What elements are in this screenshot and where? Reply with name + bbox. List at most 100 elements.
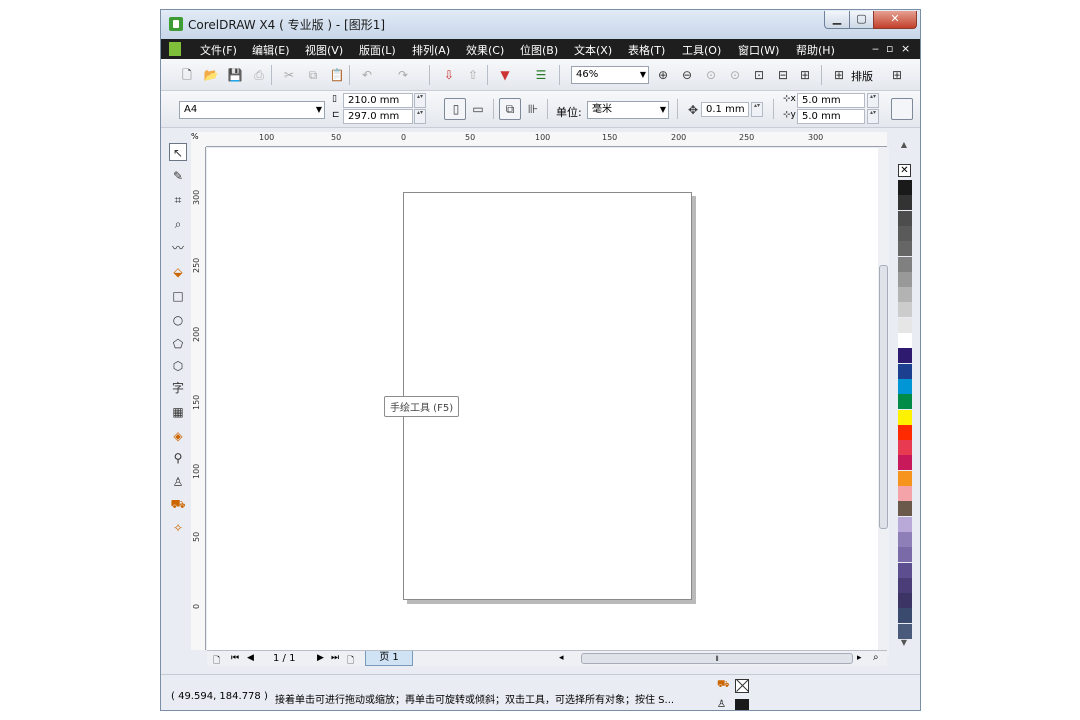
rectangle-tool-icon[interactable]: □ [169, 287, 187, 305]
page-width-field[interactable]: 210.0 mm [343, 93, 413, 108]
color-swatch[interactable] [898, 210, 912, 226]
menu-window[interactable]: 窗口(W) [738, 42, 779, 58]
zoom-level-select[interactable]: 46% ▼ [571, 66, 649, 84]
paper-size-select[interactable]: A4 ▼ [179, 101, 325, 119]
interactive-fill-tool-icon[interactable]: ✧ [169, 519, 187, 537]
text-tool-icon[interactable]: 字 [169, 379, 187, 397]
color-swatch[interactable] [898, 363, 912, 379]
paste-icon[interactable]: 📋 [329, 67, 345, 83]
color-swatch[interactable] [898, 455, 912, 471]
page-width-spinner[interactable]: ▴▾ [414, 93, 426, 108]
menu-tools[interactable]: 工具(O) [682, 42, 721, 58]
undo-icon[interactable]: ↶ [359, 67, 375, 83]
color-swatch[interactable] [898, 317, 912, 333]
table-tool-icon[interactable]: ▦ [169, 403, 187, 421]
next-page-icon[interactable]: ▶ [317, 653, 324, 663]
zoom-out-icon[interactable]: ⊖ [679, 67, 695, 83]
fill-tool-icon[interactable]: ⛟ [169, 495, 187, 513]
color-swatch[interactable] [898, 302, 912, 318]
menu-arrange[interactable]: 排列(A) [412, 42, 450, 58]
treat-as-filled-button[interactable] [891, 98, 913, 120]
menu-effects[interactable]: 效果(C) [466, 42, 504, 58]
menu-edit[interactable]: 编辑(E) [252, 42, 290, 58]
import-icon[interactable]: ⇩ [441, 67, 457, 83]
layout-icon[interactable]: ⊞ [831, 67, 847, 83]
export-icon[interactable]: ⇧ [465, 67, 481, 83]
menu-text[interactable]: 文本(X) [574, 42, 612, 58]
scroll-right-icon[interactable]: ▸ [857, 653, 862, 663]
interactive-blend-tool-icon[interactable]: ◈ [169, 427, 187, 445]
last-page-icon[interactable]: ⏭ [331, 653, 339, 663]
welcome-screen-icon[interactable]: ☰ [533, 67, 549, 83]
doc-minimize-button[interactable]: ‒ [872, 42, 879, 55]
minimize-button[interactable]: ▁ [824, 11, 850, 29]
menu-table[interactable]: 表格(T) [628, 42, 665, 58]
basic-shapes-tool-icon[interactable]: ⬡ [169, 357, 187, 375]
color-swatch[interactable] [898, 623, 912, 639]
color-swatch[interactable] [898, 424, 912, 440]
color-swatch[interactable] [898, 378, 912, 394]
color-swatch[interactable] [898, 547, 912, 563]
shape-tool-icon[interactable]: ✎ [169, 167, 187, 185]
doc-close-button[interactable]: × [901, 42, 910, 55]
color-swatch[interactable] [898, 593, 912, 609]
color-swatch[interactable] [898, 348, 912, 364]
nudge-distance-field[interactable]: 0.1 mm [701, 102, 749, 117]
ruler-origin[interactable]: % [191, 132, 206, 147]
doc-restore-button[interactable]: ▫ [886, 42, 893, 55]
color-swatch[interactable] [898, 562, 912, 578]
horizontal-ruler[interactable]: 100 50 0 50 100 150 200 250 300 [206, 132, 887, 147]
color-swatch[interactable] [898, 470, 912, 486]
outline-tool-icon[interactable]: ♙ [169, 473, 187, 491]
zoom-in-icon[interactable]: ⊕ [655, 67, 671, 83]
color-swatch[interactable] [898, 409, 912, 425]
first-page-icon[interactable]: ⏮ [231, 653, 239, 663]
maximize-button[interactable]: ▢ [849, 11, 874, 29]
crop-tool-icon[interactable]: ⌗ [169, 191, 187, 209]
drawing-canvas[interactable]: 手绘工具 (F5) [207, 148, 887, 650]
menu-file[interactable]: 文件(F) [200, 42, 237, 58]
color-swatch[interactable] [898, 241, 912, 257]
color-swatch[interactable] [898, 516, 912, 532]
print-icon[interactable]: ⎙ [251, 67, 267, 83]
navigator-icon[interactable]: ⌕ [873, 652, 879, 663]
page-height-field[interactable]: 297.0 mm [343, 109, 413, 124]
menu-view[interactable]: 视图(V) [305, 42, 343, 58]
polygon-tool-icon[interactable]: ⬠ [169, 335, 187, 353]
units-select[interactable]: 毫米 ▼ [587, 101, 669, 119]
insert-page-before-icon[interactable]: 🗋 [213, 653, 220, 669]
zoom-page-icon[interactable]: ⊡ [751, 67, 767, 83]
page-tab-1[interactable]: 页 1 [365, 651, 413, 666]
color-swatch[interactable] [898, 394, 912, 410]
page-height-spinner[interactable]: ▴▾ [414, 109, 426, 124]
zoom-tool-icon[interactable]: ⌕ [169, 215, 187, 233]
vertical-scroll-thumb[interactable] [879, 265, 888, 529]
color-swatch[interactable] [898, 271, 912, 287]
cut-icon[interactable]: ✂ [281, 67, 297, 83]
save-icon[interactable]: 💾 [227, 67, 243, 83]
color-swatch[interactable] [898, 577, 912, 593]
vertical-scrollbar[interactable] [878, 147, 889, 657]
landscape-icon[interactable]: ▭ [470, 101, 486, 117]
menu-bitmaps[interactable]: 位图(B) [520, 42, 558, 58]
color-swatch[interactable] [898, 195, 912, 211]
outline-color-indicator[interactable] [735, 699, 749, 710]
previous-page-icon[interactable]: ◀ [247, 653, 254, 663]
color-swatch[interactable] [898, 486, 912, 501]
layout-more-icon[interactable]: ⊞ [889, 67, 905, 83]
ellipse-tool-icon[interactable]: ○ [169, 311, 187, 329]
copy-icon[interactable]: ⧉ [305, 67, 321, 83]
duplicate-y-field[interactable]: 5.0 mm [797, 109, 865, 124]
menu-layout[interactable]: 版面(L) [359, 42, 396, 58]
redo-icon[interactable]: ↷ [395, 67, 411, 83]
color-swatch[interactable] [898, 180, 912, 195]
scroll-left-icon[interactable]: ◂ [559, 653, 564, 663]
color-swatch[interactable] [898, 256, 912, 272]
palette-scroll-down-icon[interactable]: ▼ [896, 638, 912, 648]
color-swatch[interactable] [898, 440, 912, 456]
document-icon[interactable] [169, 42, 181, 56]
nudge-spinner[interactable]: ▴▾ [751, 102, 763, 117]
palette-scroll-up-icon[interactable]: ▲ [896, 140, 912, 150]
application-launcher-icon[interactable]: ▼ [497, 67, 513, 83]
zoom-all-icon[interactable]: ⊙ [727, 67, 743, 83]
